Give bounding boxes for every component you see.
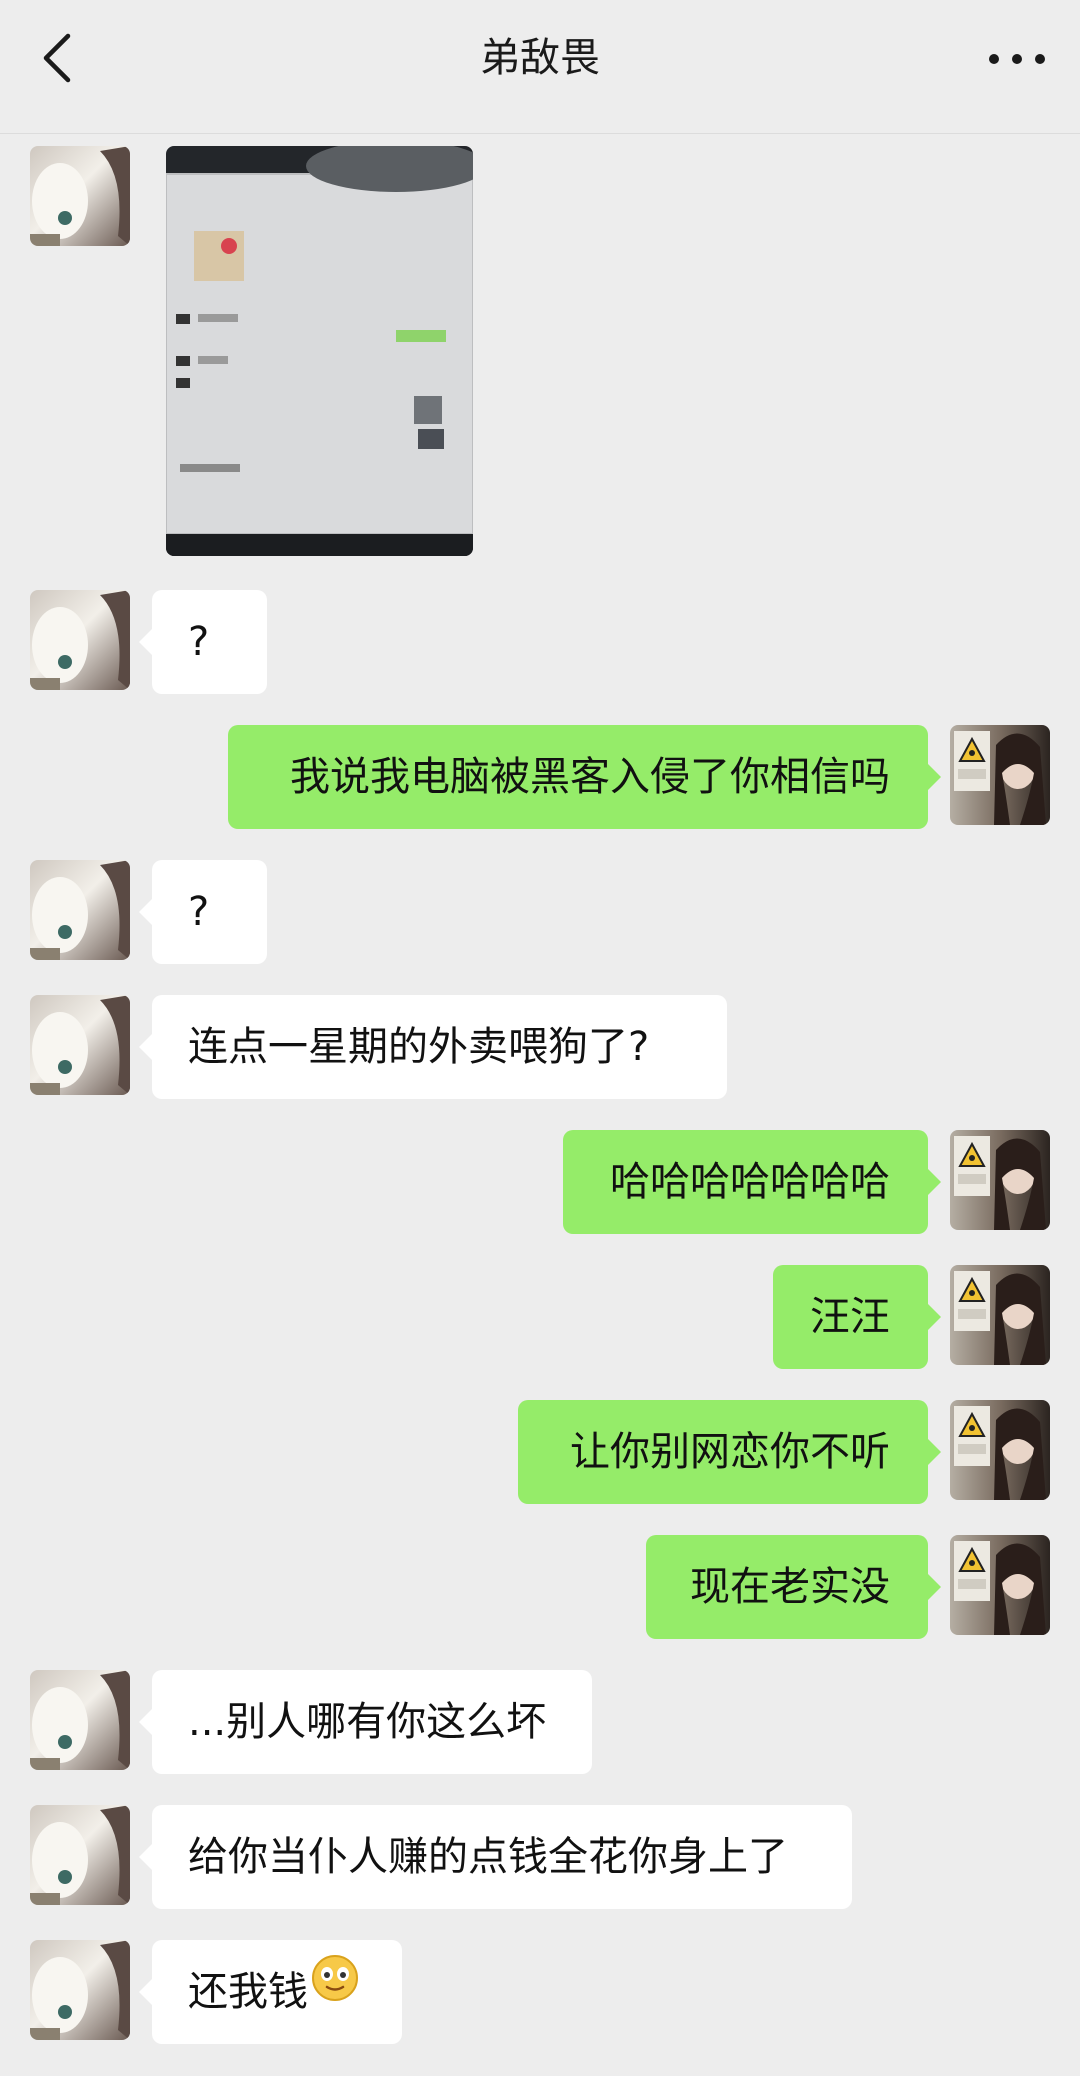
sent-message-bubble[interactable]: 汪汪: [773, 1265, 941, 1369]
bubble-tail: [139, 1033, 153, 1061]
self-avatar[interactable]: [950, 1535, 1050, 1635]
message-text: 给你当仆人赚的点钱全花你身上了: [188, 1834, 788, 1880]
more-options-icon[interactable]: [982, 34, 1052, 84]
received-message-bubble[interactable]: 给你当仆人赚的点钱全花你身上了: [139, 1805, 852, 1909]
contact-avatar[interactable]: [30, 1805, 130, 1905]
bubble-tail: [139, 1843, 153, 1871]
smiling-face-emoji-icon: [310, 1938, 360, 2042]
sent-message-bubble[interactable]: 我说我电脑被黑客入侵了你相信吗: [228, 725, 941, 829]
received-message-bubble[interactable]: 还我钱: [139, 1938, 402, 2044]
message-text: 让你别网恋你不听: [570, 1429, 890, 1475]
bubble-tail: [927, 1573, 941, 1601]
message-text: ?: [188, 619, 210, 665]
contact-avatar[interactable]: [30, 1670, 130, 1770]
message-text: 汪汪: [810, 1294, 890, 1340]
chat-header: 弟敌畏: [0, 0, 1080, 134]
sent-message-bubble[interactable]: 让你别网恋你不听: [518, 1400, 941, 1504]
message-text: ?: [188, 889, 210, 935]
bubble-tail: [139, 628, 153, 656]
sent-message-bubble[interactable]: 现在老实没: [646, 1535, 941, 1639]
bubble-tail: [139, 1708, 153, 1736]
chat-title: 弟敌畏: [480, 35, 600, 81]
self-avatar[interactable]: [950, 1265, 1050, 1365]
contact-avatar[interactable]: [30, 1940, 130, 2040]
self-avatar[interactable]: [950, 725, 1050, 825]
sent-message-bubble[interactable]: 哈哈哈哈哈哈哈: [563, 1130, 941, 1234]
contact-avatar[interactable]: [30, 146, 130, 246]
received-message-bubble[interactable]: 连点一星期的外卖喂狗了?: [139, 995, 727, 1099]
bubble-tail: [139, 1978, 153, 2006]
contact-avatar[interactable]: [30, 860, 130, 960]
message-text: 现在老实没: [690, 1564, 890, 1610]
bubble-tail: [927, 1438, 941, 1466]
message-text: 连点一星期的外卖喂狗了?: [188, 1024, 650, 1070]
message-text: ...别人哪有你这么坏: [188, 1699, 547, 1745]
received-message-bubble[interactable]: ?: [139, 590, 267, 694]
message-text: 我说我电脑被黑客入侵了你相信吗: [290, 754, 890, 800]
received-message-bubble[interactable]: ...别人哪有你这么坏: [139, 1670, 592, 1774]
message-text: 哈哈哈哈哈哈哈: [610, 1159, 890, 1205]
received-message-bubble[interactable]: ?: [139, 860, 267, 964]
contact-avatar[interactable]: [30, 995, 130, 1095]
self-avatar[interactable]: [950, 1400, 1050, 1500]
contact-avatar[interactable]: [30, 590, 130, 690]
bubble-tail: [927, 1303, 941, 1331]
bubble-tail: [139, 898, 153, 926]
self-avatar[interactable]: [950, 1130, 1050, 1230]
bubble-tail: [927, 763, 941, 791]
shared-photo[interactable]: [166, 146, 473, 556]
bubble-tail: [927, 1168, 941, 1196]
message-text: 还我钱: [188, 1969, 308, 2015]
